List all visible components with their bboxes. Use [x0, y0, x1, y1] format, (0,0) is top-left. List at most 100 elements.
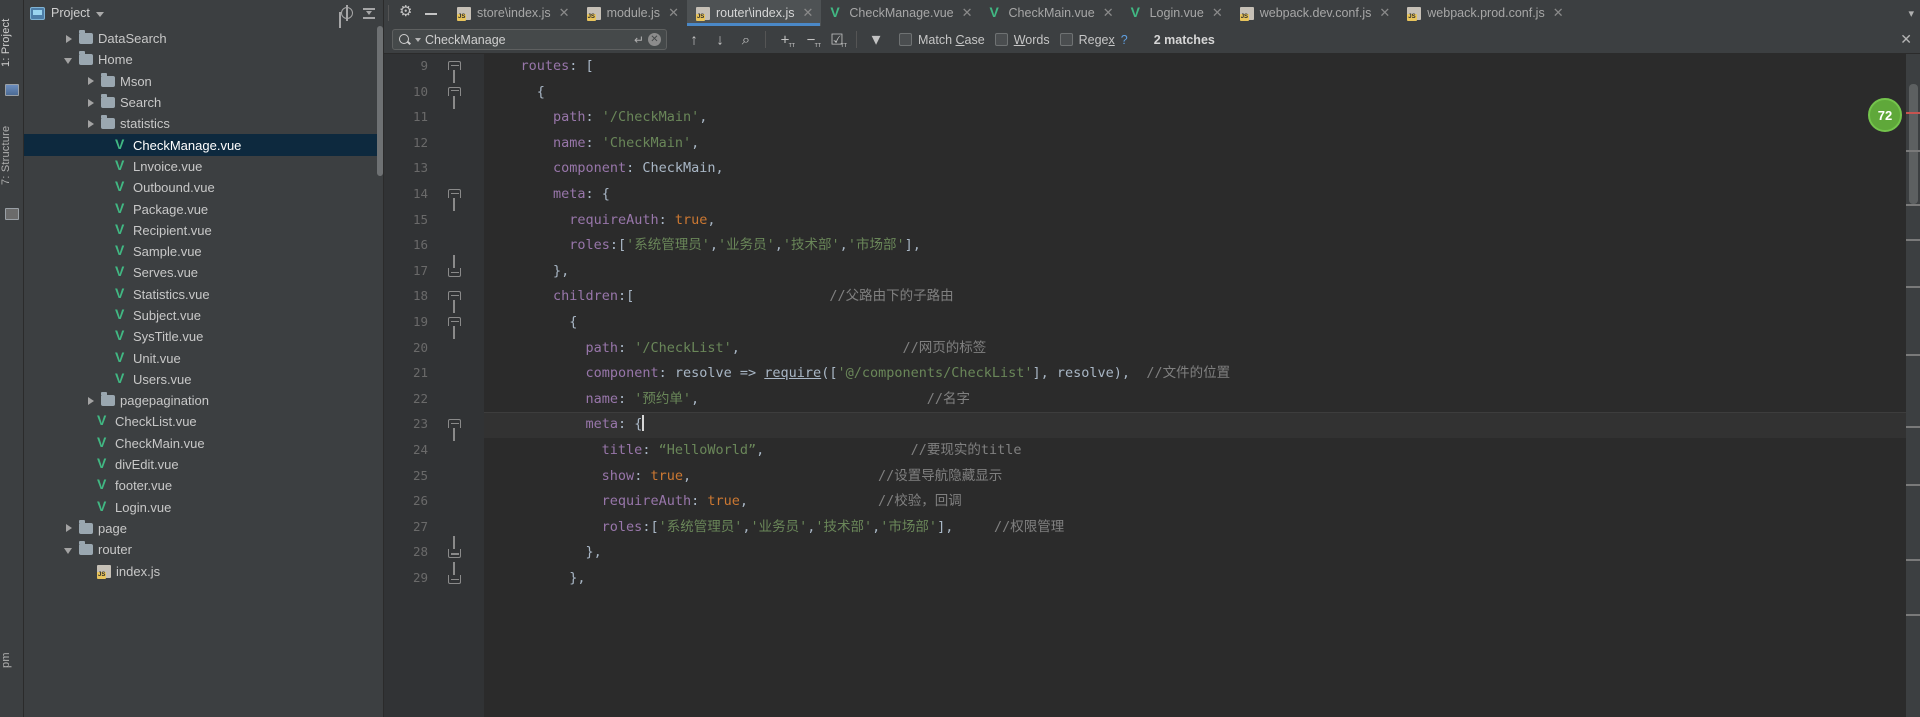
- tree-item[interactable]: Search: [24, 92, 383, 113]
- fold-open-icon[interactable]: [448, 291, 461, 314]
- tree-item[interactable]: Package.vue: [24, 198, 383, 219]
- find-in-path-button[interactable]: ⌕: [733, 29, 759, 51]
- tool-tab-project[interactable]: 1: Project: [0, 6, 24, 80]
- editor-tab[interactable]: store\index.js ✕: [448, 0, 578, 26]
- editor-tab[interactable]: CheckManage.vue ✕: [821, 0, 980, 26]
- chevron-right-icon[interactable]: [86, 76, 96, 86]
- code-line[interactable]: },: [484, 566, 1920, 592]
- tree-item[interactable]: CheckList.vue: [24, 411, 383, 432]
- tree-item[interactable]: Recipient.vue: [24, 220, 383, 241]
- change-marker[interactable]: [1906, 614, 1920, 616]
- tree-item[interactable]: page: [24, 518, 383, 539]
- tree-item[interactable]: Serves.vue: [24, 262, 383, 283]
- fold-open-icon[interactable]: [448, 86, 461, 109]
- editor-tab[interactable]: module.js ✕: [578, 0, 687, 26]
- chevron-down-icon[interactable]: [95, 11, 104, 17]
- change-marker[interactable]: [1906, 426, 1920, 428]
- search-input[interactable]: CheckManage ↵ ✕: [392, 29, 667, 50]
- scroll-from-source-icon[interactable]: [339, 5, 355, 21]
- code-line[interactable]: requireAuth: true, //校验，回调: [484, 489, 1920, 515]
- tree-item[interactable]: CheckManage.vue: [24, 134, 383, 156]
- search-history-chevron-icon[interactable]: [415, 37, 421, 42]
- tree-item[interactable]: Unit.vue: [24, 347, 383, 368]
- editor-scrollbar[interactable]: [1906, 54, 1920, 717]
- help-icon[interactable]: ?: [1121, 33, 1128, 47]
- tree-item[interactable]: statistics: [24, 113, 383, 134]
- tree-item[interactable]: CheckMain.vue: [24, 433, 383, 454]
- project-tree[interactable]: DataSearch Home Mson Search statistics CheckM…: [24, 26, 383, 717]
- option-match-case[interactable]: Match Case: [899, 33, 985, 47]
- change-marker[interactable]: [1906, 559, 1920, 561]
- code-line[interactable]: {: [484, 80, 1920, 106]
- clear-search-icon[interactable]: ✕: [648, 33, 661, 46]
- fold-close-icon[interactable]: [448, 254, 461, 277]
- fold-open-icon[interactable]: [448, 61, 461, 83]
- tree-item[interactable]: Mson: [24, 71, 383, 92]
- change-marker[interactable]: [1906, 354, 1920, 356]
- project-panel-title[interactable]: Project: [51, 6, 90, 20]
- chevron-right-icon[interactable]: [86, 119, 96, 129]
- find-next-button[interactable]: ↓: [707, 29, 733, 51]
- code-line[interactable]: component: CheckMain,: [484, 156, 1920, 182]
- close-find-icon[interactable]: ✕: [1900, 31, 1912, 48]
- search-input-value[interactable]: CheckManage: [425, 33, 630, 47]
- tabbar-overflow[interactable]: ▾: [1908, 0, 1920, 26]
- inspection-badge[interactable]: 72: [1868, 98, 1902, 132]
- tool-tab-structure[interactable]: 7: Structure: [0, 112, 24, 198]
- tree-item[interactable]: Outbound.vue: [24, 177, 383, 198]
- code-editor[interactable]: 9 10 11 12 13 14 15 16 17 18 19 20 21 22 23 24 25 26 27 28 2…: [384, 54, 1920, 717]
- code-line[interactable]: title: “HelloWorld”, //要现实的title: [484, 438, 1920, 464]
- close-tab-icon[interactable]: ✕: [962, 5, 973, 21]
- find-previous-button[interactable]: ↑: [681, 29, 707, 51]
- editor-tab[interactable]: Login.vue ✕: [1122, 0, 1231, 26]
- code-line[interactable]: meta: {: [484, 182, 1920, 208]
- collapse-all-icon[interactable]: [361, 5, 377, 21]
- close-tab-icon[interactable]: ✕: [668, 5, 679, 21]
- tree-item[interactable]: index.js: [24, 560, 383, 581]
- fold-close-icon[interactable]: [448, 536, 461, 559]
- tree-item[interactable]: footer.vue: [24, 475, 383, 496]
- code-line[interactable]: component: resolve => require(['@/compon…: [484, 361, 1920, 387]
- tree-item[interactable]: Login.vue: [24, 497, 383, 518]
- close-tab-icon[interactable]: ✕: [559, 5, 570, 21]
- select-all-occurrences-button[interactable]: ☑ ᴛᴛ: [824, 29, 850, 51]
- editor-tab[interactable]: router\index.js ✕: [686, 0, 822, 26]
- chevron-down-icon[interactable]: ▾: [1908, 7, 1914, 20]
- code-line[interactable]: roles:['系统管理员','业务员','技术部','市场部'], //权限管…: [484, 515, 1920, 541]
- chevron-right-icon[interactable]: [86, 98, 96, 108]
- expand-all-button[interactable]: + ᴛᴛ: [772, 29, 798, 51]
- checkbox-icon[interactable]: [899, 33, 912, 46]
- editor-tab[interactable]: webpack.dev.conf.js ✕: [1231, 0, 1399, 26]
- tree-item[interactable]: divEdit.vue: [24, 454, 383, 475]
- tree-item[interactable]: DataSearch: [24, 28, 383, 49]
- code-line[interactable]: name: '预约单', //名字: [484, 387, 1920, 413]
- code-line[interactable]: roles:['系统管理员','业务员','技术部','市场部'],: [484, 233, 1920, 259]
- checkbox-icon[interactable]: [1059, 33, 1073, 46]
- fold-open-icon[interactable]: [448, 189, 461, 211]
- fold-open-icon[interactable]: [448, 419, 461, 442]
- close-tab-icon[interactable]: ✕: [1212, 5, 1223, 21]
- code-line[interactable]: requireAuth: true,: [484, 208, 1920, 234]
- collapse-all-button[interactable]: − ᴛᴛ: [798, 29, 824, 51]
- option-regex[interactable]: Regex: [1059, 33, 1115, 47]
- chevron-down-icon[interactable]: [64, 55, 74, 65]
- change-marker[interactable]: [1906, 286, 1920, 288]
- tree-item[interactable]: router: [24, 539, 383, 560]
- tree-item[interactable]: SysTitle.vue: [24, 326, 383, 347]
- change-marker[interactable]: [1906, 150, 1920, 152]
- close-tab-icon[interactable]: ✕: [1553, 5, 1564, 21]
- scrollbar-thumb[interactable]: [1909, 84, 1918, 204]
- code-content[interactable]: routes: [{path: '/CheckMain', name: 'Chec…: [484, 54, 1920, 591]
- structure-tool-icon[interactable]: [5, 208, 19, 220]
- tool-tab-pm[interactable]: pm: [0, 640, 24, 680]
- tree-item[interactable]: Sample.vue: [24, 241, 383, 262]
- gear-icon[interactable]: [399, 3, 414, 21]
- code-line[interactable]: {: [484, 310, 1920, 336]
- chevron-right-icon[interactable]: [64, 34, 74, 44]
- close-tab-icon[interactable]: ✕: [802, 5, 813, 21]
- fold-close-icon[interactable]: [448, 562, 461, 584]
- code-line[interactable]: meta: {: [484, 412, 1920, 438]
- code-line[interactable]: path: '/CheckMain',: [484, 105, 1920, 131]
- filter-button[interactable]: ▼: [863, 29, 889, 51]
- close-tab-icon[interactable]: ✕: [1379, 5, 1390, 21]
